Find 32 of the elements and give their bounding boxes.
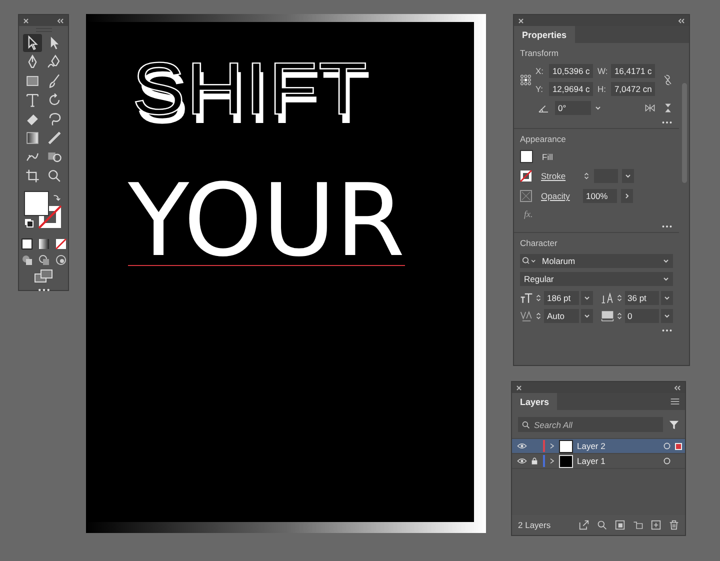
tracking-field[interactable]: 0 [624, 309, 659, 323]
angle-field[interactable]: 0° [555, 101, 591, 115]
width-field[interactable]: 16,4171 c [611, 64, 656, 78]
layer-count: 2 Layers [518, 520, 551, 530]
field-label: Y: [535, 84, 544, 94]
opacity-link[interactable]: Opacity [541, 191, 579, 201]
fill-label: Fill [542, 152, 553, 162]
stroke-link[interactable]: Stroke [541, 171, 579, 181]
field-label: X: [535, 66, 544, 76]
heading[interactable]: YOUR [128, 178, 406, 266]
properties-tab[interactable]: Properties [514, 26, 575, 43]
y-field[interactable]: 12,9694 c [549, 82, 594, 96]
layer-row[interactable]: Layer 1 [512, 454, 685, 469]
section-title: Appearance [520, 134, 567, 144]
layer-name: Layer 2 [577, 441, 606, 451]
outlined-heading[interactable]: SHIFT [132, 52, 368, 126]
font-style-dropdown[interactable]: Regular [520, 272, 673, 286]
font-family-dropdown[interactable]: Molarum [520, 254, 673, 268]
section-title: Character [520, 238, 558, 248]
kerning-field[interactable]: Auto [544, 309, 578, 323]
layer-name: Layer 1 [577, 456, 606, 466]
opacity-field[interactable]: 100% [583, 189, 617, 203]
field-label: W: [597, 66, 608, 76]
search-field[interactable]: Search All [518, 417, 663, 432]
leading-field[interactable]: 36 pt [624, 291, 659, 305]
layers-tab[interactable]: Layers [512, 393, 558, 410]
font-size-field[interactable]: 186 pt [544, 291, 578, 305]
field-label: H: [597, 84, 607, 94]
x-field[interactable]: 10,5396 c [549, 64, 594, 78]
layer-row[interactable]: Layer 2 [512, 439, 685, 454]
height-field[interactable]: 7,0472 cn [611, 82, 656, 96]
section-title: Transform [520, 48, 560, 58]
